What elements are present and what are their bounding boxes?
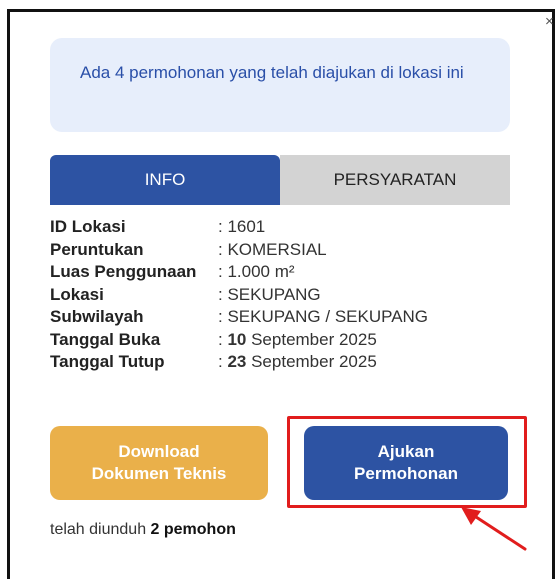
close-icon[interactable]: × (545, 14, 554, 29)
info-value: : SEKUPANG / SEKUPANG (218, 307, 429, 326)
download-dokumen-teknis-button[interactable]: Download Dokumen Teknis (50, 426, 268, 500)
info-table: ID Lokasi : 1601 Peruntukan : KOMERSIAL Lu… (50, 216, 428, 374)
info-label: ID Lokasi (50, 217, 126, 236)
info-row-peruntukan: Peruntukan : KOMERSIAL (50, 239, 428, 262)
button-label-line2: Dokumen Teknis (91, 464, 227, 483)
pointer-arrow-icon (461, 507, 527, 551)
info-row-subwilayah: Subwilayah : SEKUPANG / SEKUPANG (50, 306, 428, 329)
info-value: : KOMERSIAL (218, 239, 327, 259)
info-value: : SEKUPANG (218, 284, 321, 304)
tab-persyaratan[interactable]: PERSYARATAN (280, 155, 510, 205)
button-label-line1: Download (118, 442, 200, 461)
info-value: : 1601 (218, 217, 266, 236)
tab-bar: INFO PERSYARATAN (50, 155, 510, 205)
download-count: 2 pemohon (150, 521, 236, 538)
info-value: : 1.000 m² (218, 262, 295, 281)
info-value: : 23 September 2025 (218, 352, 377, 371)
info-row-lokasi: Lokasi : SEKUPANG (50, 284, 428, 307)
info-row-id-lokasi: ID Lokasi : 1601 (50, 216, 428, 239)
info-row-luas: Luas Penggunaan : 1.000 m² (50, 261, 428, 284)
info-row-tanggal-tutup: Tanggal Tutup : 23 September 2025 (50, 351, 428, 374)
info-label: Tanggal Buka (50, 329, 161, 349)
info-label: Lokasi (50, 284, 104, 304)
info-label: Peruntukan (50, 239, 144, 259)
notice-text: Ada 4 permohonan yang telah diajukan di … (80, 63, 464, 82)
date-day: 23 (227, 352, 247, 371)
date-day: 10 (227, 329, 247, 349)
info-label: Tanggal Tutup (50, 352, 165, 371)
notice-banner: Ada 4 permohonan yang telah diajukan di … (50, 38, 510, 132)
highlight-box (287, 416, 527, 508)
tab-info[interactable]: INFO (50, 155, 280, 205)
footer-prefix: telah diunduh (50, 521, 151, 538)
info-value: : 10 September 2025 (218, 329, 377, 349)
info-row-tanggal-buka: Tanggal Buka : 10 September 2025 (50, 329, 428, 352)
download-count-text: telah diunduh 2 pemohon (50, 521, 236, 539)
info-label: Subwilayah (50, 307, 144, 326)
info-label: Luas Penggunaan (50, 262, 197, 281)
